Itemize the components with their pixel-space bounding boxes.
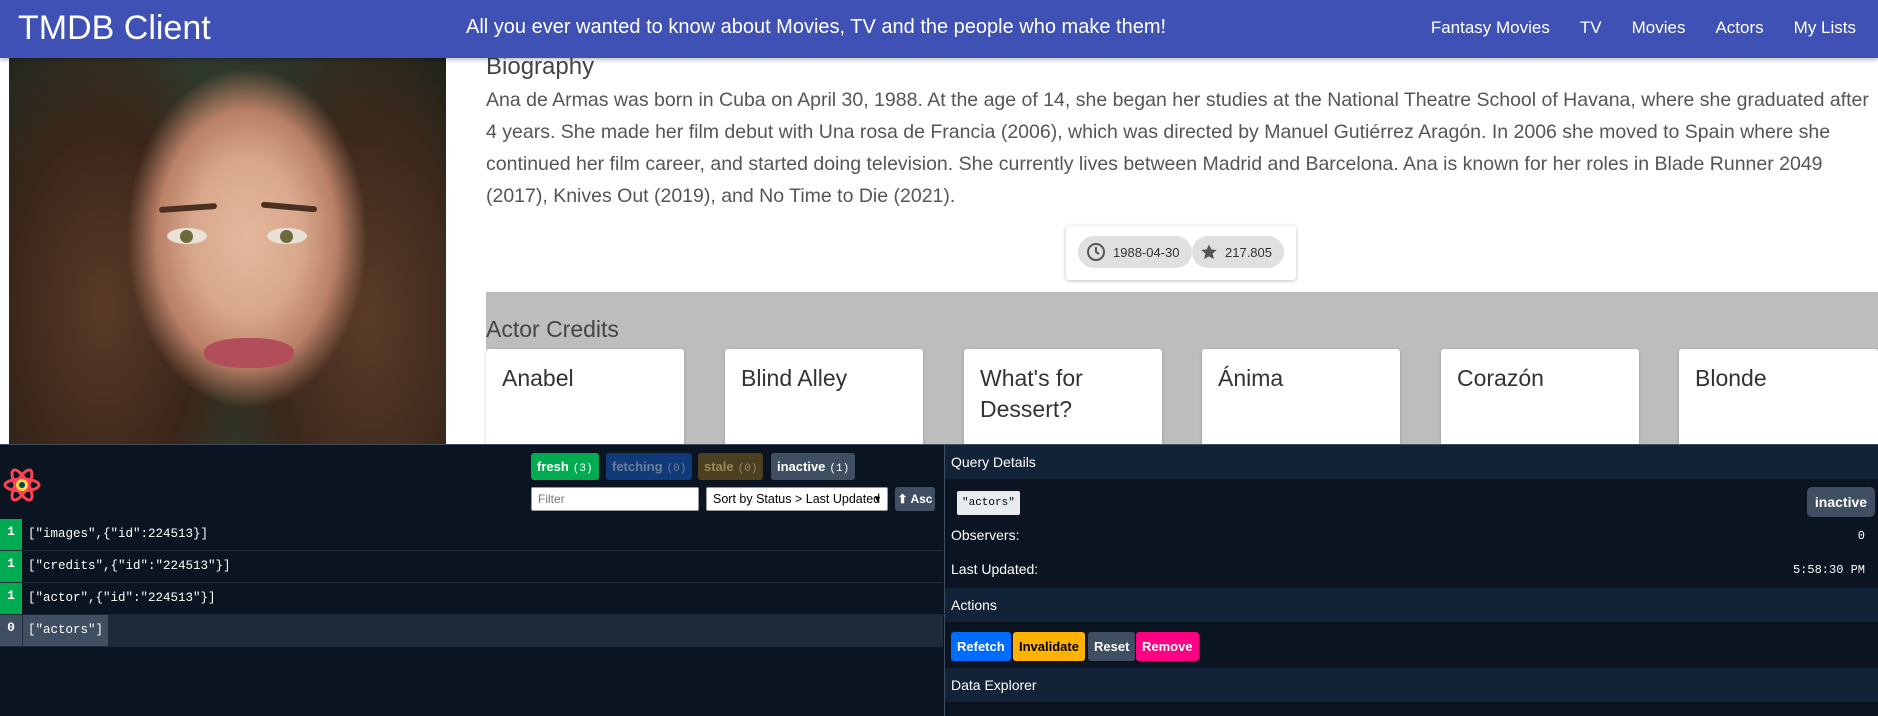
observers-value: 0: [1857, 529, 1865, 543]
credit-title: What's for Dessert?: [980, 365, 1083, 422]
query-list-pane: fresh (3) fetching (0) stale (0) inactive (1…: [0, 445, 943, 716]
filter-input[interactable]: [531, 487, 699, 511]
sort-select[interactable]: Sort by Status > Last Updated ▼: [706, 487, 888, 511]
nav-fantasy-movies[interactable]: Fantasy Movies: [1431, 18, 1550, 38]
stale-badge: stale (0): [698, 453, 764, 480]
credit-card[interactable]: What's for Dessert?: [964, 349, 1162, 449]
query-key: ["images",{"id":224513}]: [28, 527, 209, 541]
credit-card[interactable]: Anabel: [486, 349, 684, 449]
credit-title: Corazón: [1457, 365, 1544, 391]
main-nav: Fantasy Movies TV Movies Actors My Lists: [1431, 18, 1856, 38]
inactive-label: inactive: [777, 459, 826, 474]
sort-direction-button[interactable]: ⬆ Asc: [895, 487, 935, 511]
credit-title: Blind Alley: [741, 365, 848, 391]
nav-tv[interactable]: TV: [1580, 18, 1602, 38]
last-updated-label: Last Updated:: [951, 561, 1039, 577]
observer-count: 1: [0, 583, 22, 614]
query-row-selected[interactable]: 0 ["actors"]: [0, 615, 943, 647]
app-tagline: All you ever wanted to know about Movies…: [466, 16, 1167, 38]
reset-button[interactable]: Reset: [1088, 632, 1136, 661]
last-updated-value: 5:58:30 PM: [1792, 563, 1865, 577]
fresh-badge: fresh (3): [531, 453, 599, 480]
query-row[interactable]: 1 ["images",{"id":224513}]: [0, 519, 943, 551]
credit-title: Anabel: [502, 365, 574, 391]
app-header: TMDB Client All you ever wanted to know …: [0, 0, 1878, 58]
query-key: ["actors"]: [23, 615, 109, 646]
nav-movies[interactable]: Movies: [1632, 18, 1686, 38]
observer-count: 0: [0, 615, 22, 646]
react-query-logo-icon[interactable]: [2, 465, 42, 505]
selected-query-key: "actors": [957, 491, 1020, 515]
actor-stats-card: 1988-04-30 217.805: [1066, 226, 1296, 280]
popularity-chip: 217.805: [1192, 236, 1284, 268]
actor-photo: [9, 58, 446, 446]
nav-my-lists[interactable]: My Lists: [1794, 18, 1856, 38]
credit-card[interactable]: Blonde: [1679, 349, 1878, 449]
query-status-badge: inactive: [1807, 487, 1875, 517]
query-details-heading: Query Details: [945, 445, 1878, 479]
query-devtools-panel: fresh (3) fetching (0) stale (0) inactive (1…: [0, 444, 1878, 716]
clock-icon: [1086, 242, 1106, 262]
inactive-count: (1): [829, 463, 850, 475]
query-row[interactable]: 1 ["actor",{"id":"224513"}]: [0, 583, 943, 615]
popularity-value: 217.805: [1225, 244, 1272, 260]
fetching-badge: fetching (0): [606, 453, 693, 480]
fresh-count: (3): [572, 463, 593, 475]
query-key: ["actor",{"id":"224513"}]: [28, 591, 216, 605]
stale-label: stale: [704, 459, 734, 474]
invalidate-button[interactable]: Invalidate: [1013, 632, 1085, 661]
fetching-label: fetching: [612, 459, 663, 474]
credit-card[interactable]: Blind Alley: [725, 349, 923, 449]
refetch-button[interactable]: Refetch: [951, 632, 1011, 661]
biography-text: Ana de Armas was born in Cuba on April 3…: [486, 89, 1869, 207]
credits-section: [486, 292, 1878, 446]
credit-card[interactable]: Corazón: [1441, 349, 1639, 449]
credits-heading: Actor Credits: [486, 316, 619, 342]
stale-count: (0): [737, 463, 758, 475]
data-explorer-heading: Data Explorer: [945, 668, 1878, 702]
observer-count: 1: [0, 519, 22, 550]
photo-brow-left: [158, 202, 218, 214]
query-key: ["credits",{"id":"224513"}]: [28, 559, 231, 573]
credit-card[interactable]: Ánima: [1202, 349, 1400, 449]
remove-button[interactable]: Remove: [1136, 632, 1199, 661]
observer-count: 1: [0, 551, 22, 582]
birthday-value: 1988-04-30: [1113, 244, 1180, 260]
observers-label: Observers:: [951, 527, 1020, 543]
query-row[interactable]: 1 ["credits",{"id":"224513"}]: [0, 551, 943, 583]
actions-heading: Actions: [945, 588, 1878, 622]
birthday-chip: 1988-04-30: [1078, 236, 1192, 268]
query-details-pane: Query Details "actors" inactive Observer…: [944, 445, 1878, 716]
nav-actors[interactable]: Actors: [1715, 18, 1763, 38]
credit-title: Blonde: [1695, 365, 1767, 391]
sort-value: Sort by Status > Last Updated: [713, 492, 881, 506]
photo-eye-right: [267, 228, 307, 244]
credit-title: Ánima: [1218, 365, 1284, 391]
photo-lips: [204, 338, 294, 368]
inactive-badge: inactive (1): [771, 453, 856, 480]
photo-eye-left: [167, 228, 207, 244]
star-icon: [1200, 243, 1218, 261]
fetching-count: (0): [666, 463, 687, 475]
chevron-down-icon: ▼: [873, 494, 882, 504]
fresh-label: fresh: [537, 459, 569, 474]
app-title[interactable]: TMDB Client: [18, 9, 211, 48]
photo-brow-right: [260, 201, 318, 213]
